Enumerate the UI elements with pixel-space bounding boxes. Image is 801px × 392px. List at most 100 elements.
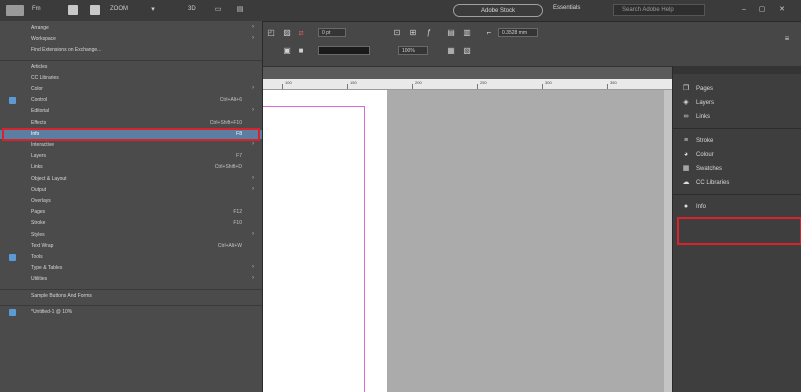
panel-stroke[interactable]: ≡ Stroke	[681, 136, 713, 146]
menu-item-label: Editorial	[31, 108, 50, 115]
panel-swatches-label: Swatches	[696, 166, 723, 172]
menu-item[interactable]: Tools	[0, 253, 262, 262]
menu-fm[interactable]: Fm	[32, 6, 41, 12]
panel-pages[interactable]: ❐ Pages	[681, 84, 713, 94]
screen-mode-icon[interactable]: ▭	[210, 5, 226, 15]
application-bar: Fm ZOOM ▾ 3D ▭ ▤ Adobe Stock Essentials …	[0, 0, 801, 22]
menu-item[interactable]: Object & Layout ›	[0, 175, 262, 184]
menu-item-label: Articles	[31, 63, 48, 70]
menu-item-label: Layers	[31, 153, 47, 160]
menu-item[interactable]: Links Ctrl+Shift+D	[0, 163, 262, 172]
fx-icon[interactable]: ƒ	[424, 28, 434, 37]
menu-item-label: Text Wrap	[31, 242, 54, 249]
stroke-type-select[interactable]	[318, 46, 370, 55]
opacity-field[interactable]: 100%	[398, 46, 428, 55]
distribute-icon[interactable]: ▦	[446, 46, 456, 55]
arrange-docs-icon[interactable]: ▤	[232, 5, 248, 15]
colour-icon: ◕	[683, 151, 689, 158]
menu-item[interactable]: Color ›	[0, 85, 262, 94]
ruler-label: 300	[545, 80, 552, 85]
menu-item[interactable]: Layers F7	[0, 152, 262, 161]
spacing-field[interactable]: 0.3528 mm	[498, 28, 538, 37]
menu-item[interactable]: Editorial ›	[0, 107, 262, 116]
menu-item-label: Overlays	[31, 198, 51, 204]
vertical-scrollbar[interactable]	[664, 90, 672, 392]
menu-item-shortcut: F7	[236, 153, 242, 160]
menu-item-label: Output	[31, 186, 47, 193]
menu-item-label: Styles	[31, 231, 45, 238]
checkmark-icon	[9, 97, 16, 105]
minimize-icon[interactable]: –	[738, 4, 750, 16]
bridge-icon[interactable]	[68, 5, 78, 15]
menu-item[interactable]: Styles ›	[0, 231, 262, 240]
document-page[interactable]	[262, 90, 387, 392]
stroke-color-icon[interactable]: ■	[296, 46, 306, 55]
menu-item[interactable]: Text Wrap Ctrl+Alt+W	[0, 242, 262, 251]
menu-item-label: Pages	[31, 209, 46, 216]
fill-swatch-icon[interactable]: ▨	[282, 28, 292, 37]
no-fill-icon[interactable]: ⧄	[296, 28, 306, 37]
adobe-stock-button[interactable]: Adobe Stock	[453, 4, 543, 17]
panel-cc-libraries[interactable]: ☁ CC Libraries	[681, 178, 730, 188]
help-search-placeholder: Search Adobe Help	[622, 7, 674, 13]
menu-item[interactable]: Effects Ctrl+Shift+F10	[0, 119, 262, 128]
distribute-spacing-icon[interactable]: ▧	[462, 46, 472, 55]
align-center-icon[interactable]: ▥	[462, 28, 472, 37]
ruler-label: 200	[415, 80, 422, 85]
frame-fit-icon[interactable]: ⊡	[392, 28, 402, 37]
zoom-level-menu[interactable]: ZOOM	[110, 6, 128, 12]
align-left-icon[interactable]: ▤	[446, 28, 456, 37]
menu-item[interactable]: Output ›	[0, 186, 262, 195]
menu-item[interactable]: Pages F12	[0, 208, 262, 217]
menu-item[interactable]: Stroke F10	[0, 219, 262, 228]
submenu-arrow-icon: ›	[252, 174, 254, 181]
help-search-input[interactable]: Search Adobe Help	[613, 4, 705, 16]
menu-item[interactable]: Control Ctrl+Alt+6	[0, 96, 262, 105]
corner-options-icon[interactable]: ⌐	[484, 28, 494, 37]
panel-dock-header[interactable]	[673, 66, 801, 74]
menu-item-label: Sample Buttons And Forms	[31, 292, 92, 299]
panel-links-label: Links	[696, 114, 711, 120]
maximize-icon[interactable]: ▢	[756, 4, 768, 16]
panel-layers-label: Layers	[696, 100, 715, 106]
menu-item[interactable]: Sample Buttons And Forms	[0, 292, 262, 301]
menu-item-shortcut: F12	[233, 209, 242, 216]
menu-item[interactable]: Type & Tables ›	[0, 264, 262, 273]
stock-icon[interactable]	[90, 5, 100, 15]
panel-cc-libraries-label: CC Libraries	[696, 180, 730, 186]
panel-swatches[interactable]: ▦ Swatches	[681, 164, 722, 174]
menu-item[interactable]: CC Libraries	[0, 74, 262, 83]
menu-3d[interactable]: 3D	[188, 6, 196, 12]
panel-menu-icon[interactable]: ≡	[782, 34, 792, 43]
stroke-weight-field[interactable]: 0 pt	[318, 28, 346, 37]
menu-item[interactable]: Interactive ›	[0, 141, 262, 150]
panel-colour[interactable]: ◕ Colour	[681, 150, 714, 160]
close-icon[interactable]: ✕	[776, 4, 788, 16]
panel-colour-label: Colour	[696, 152, 714, 158]
panel-dock: ❐ Pages ◈ Layers ∞ Links ≡ Stroke ◕ Colour ▦ S…	[672, 66, 801, 392]
ruler-tick	[347, 84, 348, 89]
page-margin-right	[364, 106, 365, 392]
content-fit-icon[interactable]: ⊞	[408, 28, 418, 37]
view-options-chevron-icon[interactable]: ▾	[145, 5, 161, 15]
menu-item-label: *Untitled-1 @ 10%	[31, 308, 73, 315]
panel-info[interactable]: ● Info	[681, 202, 706, 212]
submenu-arrow-icon: ›	[252, 230, 254, 237]
stroke-swatch-icon[interactable]: ▣	[282, 46, 292, 55]
menu-item[interactable]: Find Extensions on Exchange...	[0, 46, 262, 55]
panel-layers[interactable]: ◈ Layers	[681, 98, 714, 108]
menu-item[interactable]: Utilities ›	[0, 275, 262, 284]
menu-item[interactable]: Overlays	[0, 197, 262, 206]
submenu-arrow-icon: ›	[252, 275, 254, 282]
workspace-switcher[interactable]: Essentials	[553, 5, 580, 11]
menu-item-info-highlight	[2, 127, 260, 141]
panel-links[interactable]: ∞ Links	[681, 112, 711, 122]
menu-item-shortcut: Ctrl+Alt+W	[217, 242, 242, 249]
reference-point-icon[interactable]: ◰	[266, 28, 276, 37]
menu-item[interactable]: Arrange ›	[0, 24, 262, 33]
menu-item[interactable]: Articles	[0, 63, 262, 72]
panel-divider	[673, 128, 801, 129]
menu-item-label: Utilities	[31, 276, 48, 283]
menu-item[interactable]: *Untitled-1 @ 10%	[0, 308, 262, 317]
menu-item[interactable]: Workspace ›	[0, 35, 262, 44]
